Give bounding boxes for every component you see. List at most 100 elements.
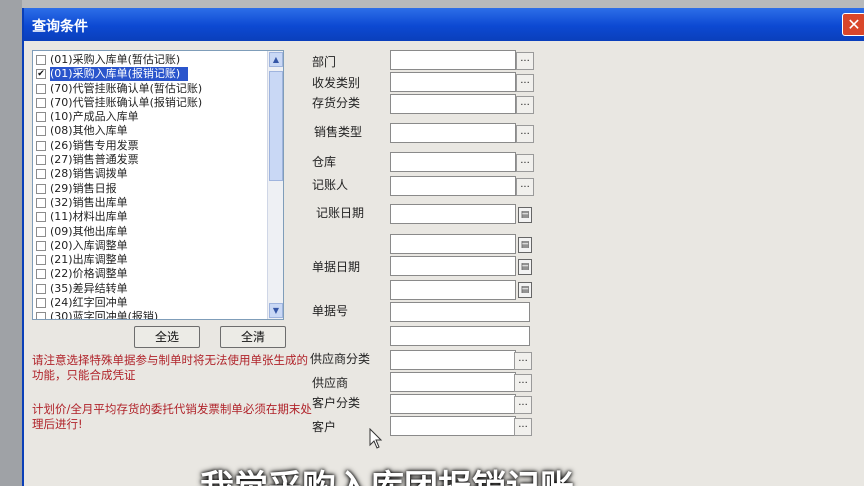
- document-type-item[interactable]: (70)代管挂账确认单(报销记账): [33, 96, 269, 110]
- checkbox[interactable]: ✔: [36, 69, 46, 80]
- document-type-item[interactable]: (11)材料出库单: [33, 210, 269, 224]
- scroll-down-button[interactable]: ▼: [269, 303, 283, 318]
- query-conditions-dialog: 查询条件 ✕ (01)采购入库单(暂估记账) ✔ (01)采购入库单(报销记账) (7…: [22, 8, 864, 486]
- receive-send-category-label: 收发类别: [312, 76, 361, 90]
- document-type-label: (32)销售出库单: [50, 195, 128, 209]
- bookkeeping-date-to-calendar-icon[interactable]: ▤: [518, 237, 532, 253]
- bookkeeping-date-from-calendar-icon[interactable]: ▤: [518, 207, 532, 223]
- document-number-from-input[interactable]: [390, 302, 530, 322]
- checkbox[interactable]: [36, 83, 46, 94]
- consignment-invoice-note: 计划价/全月平均存货的委托代销发票制单必须在期末处理后进行!: [32, 402, 312, 431]
- supplier-input[interactable]: [390, 372, 516, 392]
- document-type-item[interactable]: (09)其他出库单: [33, 225, 269, 239]
- document-type-label: (01)采购入库单(暂估记账): [50, 53, 181, 66]
- checkbox[interactable]: [36, 155, 46, 166]
- department-input[interactable]: [390, 50, 516, 70]
- document-type-item[interactable]: (08)其他入库单: [33, 124, 269, 138]
- scroll-up-button[interactable]: ▲: [269, 52, 283, 67]
- inventory-category-browse-button[interactable]: ...: [516, 96, 534, 114]
- document-type-item[interactable]: (20)入库调整单: [33, 239, 269, 253]
- desktop-margin: [0, 0, 22, 486]
- document-type-item[interactable]: (26)销售专用发票: [33, 139, 269, 153]
- customer-category-label: 客户分类: [312, 396, 361, 410]
- warehouse-label: 仓库: [312, 155, 337, 169]
- document-type-label: (29)销售日报: [50, 181, 117, 195]
- receive-send-category-input[interactable]: [390, 72, 516, 92]
- clear-all-button[interactable]: 全清: [220, 326, 286, 348]
- document-date-from-calendar-icon[interactable]: ▤: [518, 259, 532, 275]
- checkbox[interactable]: [36, 112, 46, 123]
- bookkeeping-date-to-input[interactable]: [390, 234, 516, 254]
- customer-category-browse-button[interactable]: ...: [514, 396, 532, 414]
- document-type-label: (26)销售专用发票: [50, 138, 139, 152]
- warehouse-browse-button[interactable]: ...: [516, 154, 534, 172]
- video-subtitle: 我觉采购入库团报销记账: [200, 460, 720, 486]
- document-type-list[interactable]: (01)采购入库单(暂估记账) ✔ (01)采购入库单(报销记账) (70)代管挂账确…: [32, 50, 284, 320]
- supplier-category-input[interactable]: [390, 350, 516, 370]
- inventory-category-input[interactable]: [390, 94, 516, 114]
- sales-type-browse-button[interactable]: ...: [516, 125, 534, 143]
- checkbox[interactable]: [36, 55, 46, 65]
- receive-send-category-browse-button[interactable]: ...: [516, 74, 534, 92]
- checkbox[interactable]: [36, 312, 46, 319]
- select-all-button[interactable]: 全选: [134, 326, 200, 348]
- document-type-item[interactable]: ✔ (01)采购入库单(报销记账): [33, 67, 269, 82]
- document-type-item[interactable]: (21)出库调整单: [33, 253, 269, 267]
- checkbox[interactable]: [36, 212, 46, 223]
- checkbox[interactable]: [36, 255, 46, 266]
- checkbox[interactable]: [36, 269, 46, 280]
- document-date-to-calendar-icon[interactable]: ▤: [518, 282, 532, 298]
- sales-type-input[interactable]: [390, 123, 516, 143]
- special-document-note: 请注意选择特殊单据参与制单时将无法使用单张生成的功能，只能合成凭证: [32, 353, 308, 382]
- document-type-item[interactable]: (35)差异结转单: [33, 282, 269, 296]
- checkbox[interactable]: [36, 140, 46, 151]
- checkbox[interactable]: [36, 183, 46, 194]
- document-number-label: 单据号: [312, 304, 349, 318]
- list-scrollbar[interactable]: ▲ ▼: [267, 51, 283, 319]
- inventory-category-label: 存货分类: [312, 96, 361, 110]
- customer-browse-button[interactable]: ...: [514, 418, 532, 436]
- warehouse-input[interactable]: [390, 152, 516, 172]
- supplier-category-label: 供应商分类: [310, 352, 371, 366]
- document-type-item[interactable]: (10)产成品入库单: [33, 110, 269, 124]
- department-label: 部门: [312, 55, 337, 69]
- checkbox[interactable]: [36, 197, 46, 208]
- close-button[interactable]: ✕: [842, 13, 864, 36]
- bookkeeping-date-from-input[interactable]: [390, 204, 516, 224]
- customer-input[interactable]: [390, 416, 516, 436]
- supplier-category-browse-button[interactable]: ...: [514, 352, 532, 370]
- scroll-thumb[interactable]: [269, 71, 283, 181]
- document-type-item[interactable]: (24)红字回冲单: [33, 296, 269, 310]
- document-type-label: (22)价格调整单: [50, 267, 128, 281]
- document-type-item[interactable]: (01)采购入库单(暂估记账): [33, 53, 269, 67]
- checkbox[interactable]: [36, 283, 46, 294]
- document-number-to-input[interactable]: [390, 326, 530, 346]
- document-type-label: (30)蓝字回冲单(报销): [50, 310, 159, 320]
- customer-category-input[interactable]: [390, 394, 516, 414]
- checkbox[interactable]: [36, 240, 46, 251]
- customer-label: 客户: [312, 420, 337, 434]
- document-type-item[interactable]: (22)价格调整单: [33, 267, 269, 281]
- supplier-browse-button[interactable]: ...: [514, 374, 532, 392]
- document-date-to-input[interactable]: [390, 280, 516, 300]
- title-bar: 查询条件 ✕: [24, 8, 864, 41]
- document-type-label: (27)销售普通发票: [50, 153, 139, 167]
- bookkeeper-input[interactable]: [390, 176, 516, 196]
- document-type-item[interactable]: (32)销售出库单: [33, 196, 269, 210]
- document-date-label: 单据日期: [312, 260, 361, 274]
- checkbox[interactable]: [36, 169, 46, 180]
- document-type-item[interactable]: (28)销售调拨单: [33, 167, 269, 181]
- checkbox[interactable]: [36, 126, 46, 137]
- document-type-item[interactable]: (29)销售日报: [33, 182, 269, 196]
- document-type-item[interactable]: (70)代管挂账确认单(暂估记账): [33, 82, 269, 96]
- department-browse-button[interactable]: ...: [516, 52, 534, 70]
- document-type-item[interactable]: (30)蓝字回冲单(报销): [33, 310, 269, 320]
- checkbox[interactable]: [36, 226, 46, 237]
- bookkeeper-browse-button[interactable]: ...: [516, 178, 534, 196]
- sales-type-label: 销售类型: [314, 125, 363, 139]
- checkbox[interactable]: [36, 298, 46, 309]
- checkbox[interactable]: [36, 97, 46, 108]
- document-type-item[interactable]: (27)销售普通发票: [33, 153, 269, 167]
- document-type-label: (21)出库调整单: [50, 253, 128, 267]
- document-date-from-input[interactable]: [390, 256, 516, 276]
